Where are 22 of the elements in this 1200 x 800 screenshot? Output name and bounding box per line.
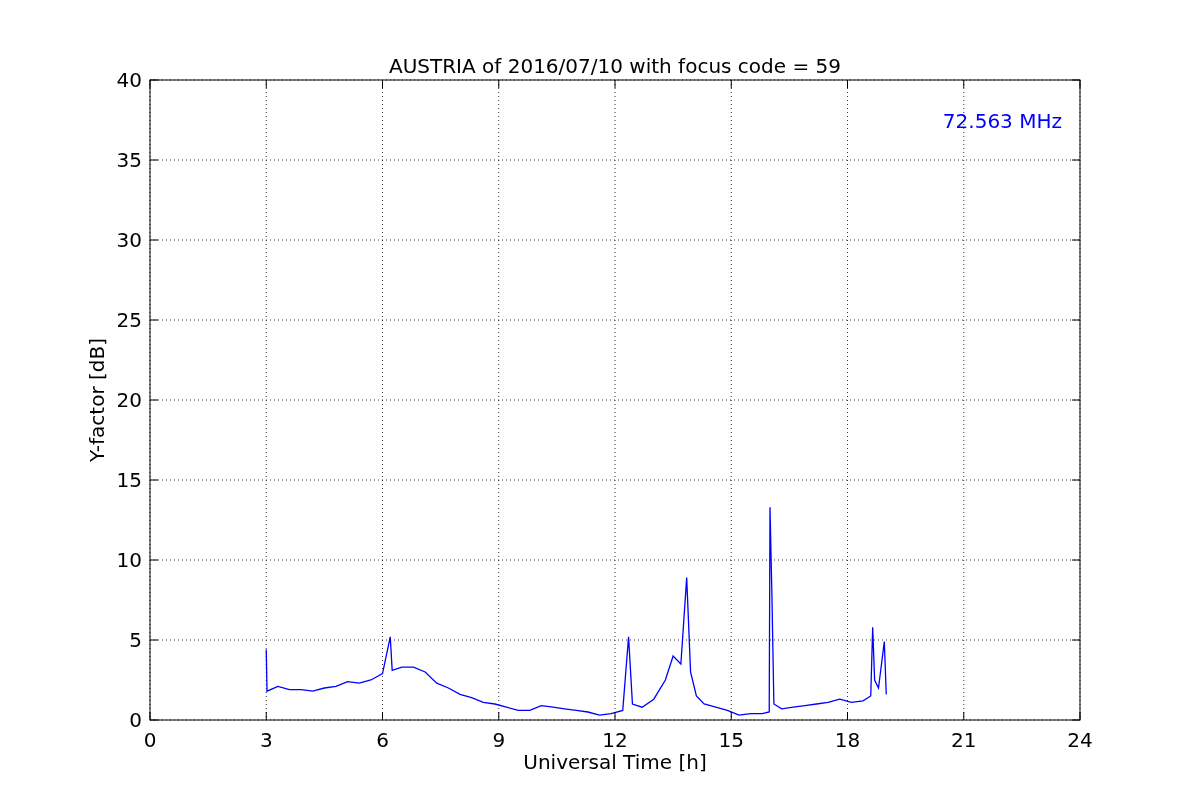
y-tick-label: 40 [116, 68, 142, 92]
y-tick-label: 25 [116, 308, 142, 332]
x-tick-label: 6 [376, 728, 389, 752]
x-tick-label: 12 [602, 728, 628, 752]
y-tick-label: 35 [116, 148, 142, 172]
y-tick-label: 20 [116, 388, 142, 412]
x-tick-label: 3 [259, 728, 273, 752]
y-tick-label: 10 [116, 548, 142, 572]
x-tick-label: 15 [718, 728, 744, 752]
chart-title: AUSTRIA of 2016/07/10 with focus code = 59 [389, 54, 841, 78]
y-tick-label: 0 [129, 708, 142, 732]
x-tick-label: 21 [951, 728, 977, 752]
frequency-annotation: 72.563 MHz [942, 109, 1062, 133]
x-tick-label: 24 [1067, 728, 1093, 752]
x-axis-label: Universal Time [h] [523, 750, 707, 774]
x-tick-label: 18 [834, 728, 861, 752]
y-axis-label: Y-factor [dB] [85, 338, 109, 462]
y-tick-label: 5 [129, 628, 142, 652]
x-tick-label: 9 [492, 728, 506, 752]
y-tick-label: 15 [116, 468, 142, 492]
y-tick-label: 30 [116, 228, 142, 252]
x-tick-label: 0 [143, 728, 157, 752]
